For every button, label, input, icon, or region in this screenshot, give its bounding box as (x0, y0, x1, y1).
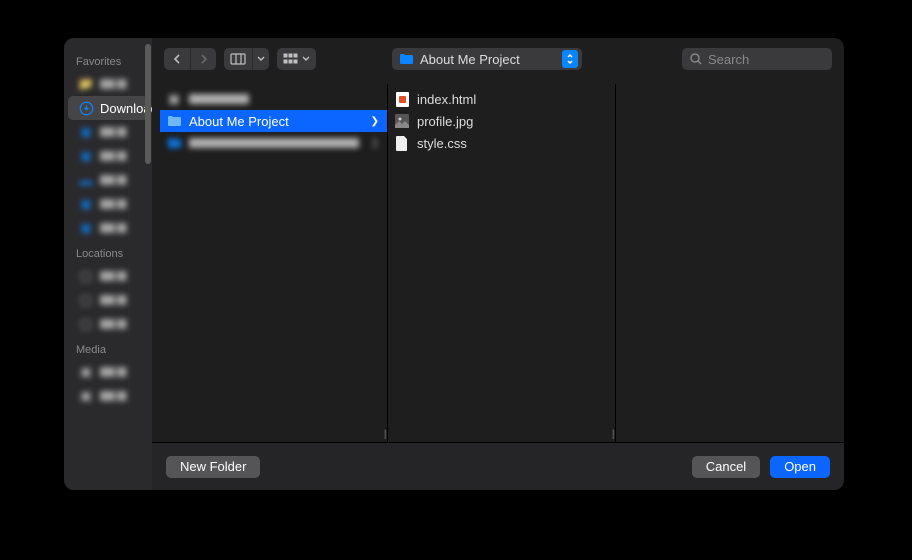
sidebar-item-redacted[interactable]: 📁 (68, 72, 148, 96)
item-label: index.html (417, 92, 476, 107)
sidebar-item-redacted[interactable]: ▢ (68, 264, 148, 288)
sidebar-section-favorites: Favorites (64, 48, 152, 72)
group-button[interactable] (277, 48, 316, 70)
column-3 (616, 84, 844, 442)
column-browser: ▣ About Me Project ❯ (152, 80, 844, 442)
list-item[interactable]: ❯ (160, 132, 387, 154)
css-file-icon (394, 135, 410, 151)
chevron-right-icon: ❯ (371, 138, 379, 149)
column-1: ▣ About Me Project ❯ (160, 84, 388, 442)
downloads-icon (78, 100, 94, 116)
column-resize-handle[interactable]: || (612, 429, 613, 440)
folder-icon: ▣ (166, 91, 182, 107)
open-file-dialog: Favorites 📁 Downloads ▣ ▣ (64, 38, 844, 490)
folder-icon: 📁 (78, 76, 94, 92)
list-item-selected[interactable]: About Me Project ❯ (160, 110, 387, 132)
sidebar-item-redacted[interactable]: ▣ (68, 192, 148, 216)
drive-icon: ▢ (78, 292, 94, 308)
search-field[interactable] (682, 48, 832, 70)
cancel-button[interactable]: Cancel (692, 456, 760, 478)
item-label: style.css (417, 136, 467, 151)
sidebar-item-redacted[interactable]: ▣ (68, 216, 148, 240)
sidebar-item-redacted[interactable]: ▬ (68, 168, 148, 192)
drive-icon: ▢ (78, 316, 94, 332)
forward-button[interactable] (190, 48, 216, 70)
view-mode-buttons (224, 48, 269, 70)
folder-icon (166, 135, 182, 151)
sidebar-item-redacted[interactable]: ▣ (68, 384, 148, 408)
nav-buttons (164, 48, 216, 70)
list-item[interactable]: profile.jpg (388, 110, 615, 132)
folder-icon (398, 51, 414, 67)
dialog-footer: New Folder Cancel Open (152, 442, 844, 490)
column-resize-handle[interactable]: || (384, 429, 385, 440)
popup-arrows-icon (562, 50, 578, 68)
view-dropdown-button[interactable] (252, 48, 269, 70)
sidebar-item-redacted[interactable]: ▣ (68, 144, 148, 168)
toolbar: About Me Project (152, 38, 844, 80)
main-panel: About Me Project (152, 38, 844, 490)
path-label: About Me Project (420, 52, 520, 67)
view-columns-button[interactable] (224, 48, 252, 70)
dialog-body: Favorites 📁 Downloads ▣ ▣ (64, 38, 844, 490)
item-label: profile.jpg (417, 114, 473, 129)
media-icon: ▣ (78, 388, 94, 404)
search-input[interactable] (708, 52, 844, 67)
folder-icon: ▣ (78, 220, 94, 236)
list-item[interactable]: ▣ (160, 88, 387, 110)
column-2: index.html profile.jpg style.css (388, 84, 616, 442)
path-popup[interactable]: About Me Project (392, 48, 582, 70)
image-file-icon (394, 113, 410, 129)
list-item[interactable]: style.css (388, 132, 615, 154)
folder-icon: ▣ (78, 124, 94, 140)
folder-icon (166, 113, 182, 129)
new-folder-button[interactable]: New Folder (166, 456, 260, 478)
sidebar-item-redacted[interactable]: ▣ (68, 120, 148, 144)
folder-icon: ▬ (78, 172, 94, 188)
item-label: About Me Project (189, 114, 289, 129)
list-item[interactable]: index.html (388, 88, 615, 110)
folder-icon: ▣ (78, 148, 94, 164)
sidebar: Favorites 📁 Downloads ▣ ▣ (64, 38, 152, 490)
media-icon: ▣ (78, 364, 94, 380)
sidebar-section-locations: Locations (64, 240, 152, 264)
sidebar-item-redacted[interactable]: ▢ (68, 312, 148, 336)
sidebar-section-media: Media (64, 336, 152, 360)
sidebar-item-redacted[interactable]: ▣ (68, 360, 148, 384)
folder-icon: ▣ (78, 196, 94, 212)
html-file-icon (394, 91, 410, 107)
sidebar-item-downloads[interactable]: Downloads (68, 96, 148, 120)
sidebar-item-redacted[interactable]: ▢ (68, 288, 148, 312)
drive-icon: ▢ (78, 268, 94, 284)
chevron-right-icon: ❯ (371, 116, 379, 127)
search-icon (690, 53, 702, 65)
back-button[interactable] (164, 48, 190, 70)
open-button[interactable]: Open (770, 456, 830, 478)
